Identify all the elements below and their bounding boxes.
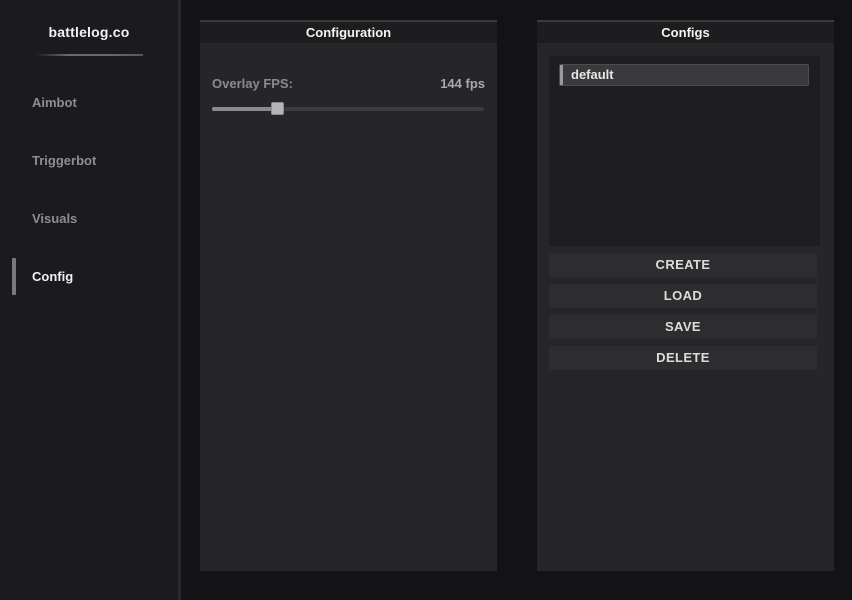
create-button[interactable]: CREATE xyxy=(549,253,817,277)
app-window: battlelog.co Aimbot Triggerbot Visuals C… xyxy=(0,0,852,600)
brand-underline xyxy=(36,54,143,56)
sidebar-item-aimbot[interactable]: Aimbot xyxy=(32,95,77,110)
overlay-fps-slider[interactable] xyxy=(212,102,484,115)
sidebar: battlelog.co Aimbot Triggerbot Visuals C… xyxy=(0,0,178,600)
config-list[interactable]: default xyxy=(549,56,820,246)
configuration-panel: Configuration Overlay FPS: 144 fps xyxy=(200,20,497,571)
sidebar-item-visuals[interactable]: Visuals xyxy=(32,211,77,226)
configs-panel-title: Configs xyxy=(537,20,834,43)
overlay-fps-setting: Overlay FPS: 144 fps xyxy=(212,76,485,91)
configuration-panel-title: Configuration xyxy=(200,20,497,43)
overlay-fps-value: 144 fps xyxy=(440,76,485,91)
overlay-fps-slider-thumb[interactable] xyxy=(271,102,284,115)
brand-title: battlelog.co xyxy=(48,24,130,40)
configs-panel: Configs default CREATE LOAD SAVE DELETE xyxy=(537,20,834,571)
load-button[interactable]: LOAD xyxy=(549,284,817,308)
active-nav-indicator xyxy=(12,258,16,295)
overlay-fps-label: Overlay FPS: xyxy=(212,76,293,91)
sidebar-item-config[interactable]: Config xyxy=(32,269,73,284)
save-button[interactable]: SAVE xyxy=(549,315,817,339)
overlay-fps-slider-fill xyxy=(212,107,277,111)
sidebar-item-triggerbot[interactable]: Triggerbot xyxy=(32,153,96,168)
config-list-item[interactable]: default xyxy=(559,64,809,86)
sidebar-divider xyxy=(178,0,181,600)
delete-button[interactable]: DELETE xyxy=(549,346,817,370)
